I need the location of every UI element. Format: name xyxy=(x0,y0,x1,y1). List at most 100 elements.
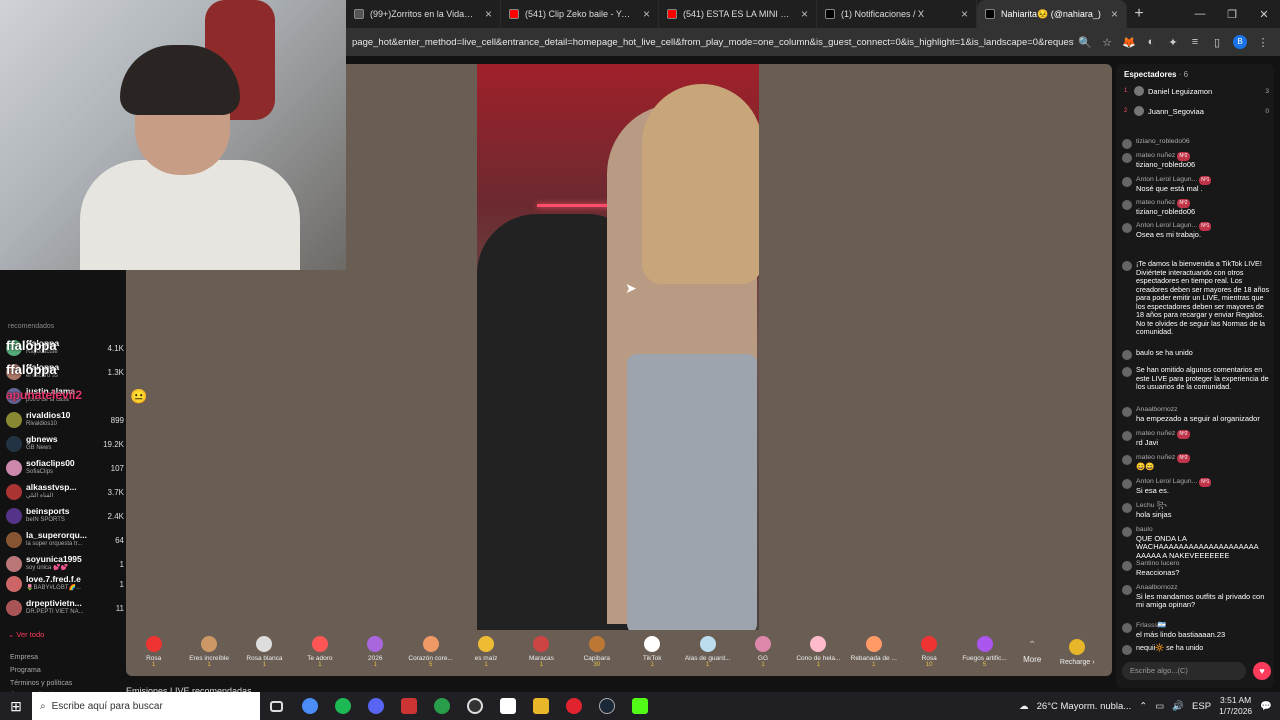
close-window-button[interactable]: ✕ xyxy=(1248,8,1280,21)
gift-item[interactable]: Rosa 1 xyxy=(126,636,181,668)
chat-username-text: Santino lucero xyxy=(1136,560,1180,567)
extensions-puzzle-icon[interactable]: ✦ xyxy=(1162,36,1184,49)
spectator-row[interactable]: 1 Daniel Leguizamon 3 xyxy=(1124,84,1269,98)
windows-start-icon[interactable]: ⊞ xyxy=(0,698,32,715)
task-view-icon[interactable] xyxy=(260,692,293,720)
volume-icon[interactable]: 🔊 xyxy=(1172,701,1184,712)
gift-item[interactable]: Rosa 10 xyxy=(901,636,956,668)
gift-item[interactable]: TikTok 1 xyxy=(625,636,680,668)
tab-title: (541) Clip Zeko baile - YouTube xyxy=(525,9,633,19)
sidebar-footer-link[interactable]: Programa xyxy=(10,667,41,674)
sidebar-footer-link[interactable]: Empresa xyxy=(10,654,38,661)
sidebar-channel-item[interactable]: alkasstvsp... القناة التلي 3.7K xyxy=(6,482,124,502)
profile-avatar[interactable]: B xyxy=(1233,35,1247,49)
extension-icon[interactable]: 🦊 xyxy=(1118,36,1140,49)
gift-item[interactable]: Alas de guard... 1 xyxy=(680,636,735,668)
more-gifts-button[interactable]: ⌃ More xyxy=(1012,640,1052,664)
network-icon[interactable]: ▭ xyxy=(1155,701,1164,712)
tab-close-icon[interactable]: × xyxy=(643,7,650,21)
recommended-sidebar: recomendados ffaloppa Rayocacute 4.1K ffalop… xyxy=(0,323,147,706)
browser-tab[interactable]: (99+)Zorritos en la Vida de Ag × xyxy=(346,0,501,28)
gift-item[interactable]: 2026 1 xyxy=(348,636,403,668)
channel-name: sofiaclips00 xyxy=(26,459,75,468)
spectator-avatar xyxy=(1134,86,1144,96)
chat-message-body: mateo nuñez Nº2 tiziano_robledo06 xyxy=(1136,199,1270,216)
maximize-button[interactable]: ❐ xyxy=(1216,8,1248,21)
sidebar-channel-item[interactable]: rivaldios10 Rivaldios10 899 xyxy=(6,410,124,430)
notifications-icon[interactable]: 💬 xyxy=(1260,701,1272,712)
sidebar-channel-item[interactable]: sofiaclips00 SofiaClips 107 xyxy=(6,458,124,478)
spectator-row[interactable]: 2 Juann_Segoviaa 0 xyxy=(1124,104,1269,118)
taskbar-search[interactable]: ⌕ Escribe aquí para buscar xyxy=(32,692,260,720)
spectators-count: · 6 xyxy=(1178,70,1189,79)
sidebar-channel-item[interactable]: drpeptivietn... DR.PEPTI VIET NA... 11 xyxy=(6,598,124,618)
discord-icon[interactable] xyxy=(359,692,392,720)
sidebar-channel-item[interactable]: soyunica1995 soy única 💕💕 1 xyxy=(6,554,124,574)
like-heart-icon[interactable]: ♥ xyxy=(1253,662,1271,680)
tab-close-icon[interactable]: × xyxy=(801,7,808,21)
tab-close-icon[interactable]: × xyxy=(485,7,492,21)
voice-meeter-icon[interactable] xyxy=(392,692,425,720)
app-icon[interactable] xyxy=(491,692,524,720)
browser-tab[interactable]: (541) ESTA ES LA MINI POSTA × xyxy=(659,0,817,28)
browser-tab[interactable]: (541) Clip Zeko baile - YouTube × xyxy=(501,0,659,28)
see-all-link[interactable]: ⌄ Ver todo xyxy=(8,630,44,639)
spotify-icon[interactable] xyxy=(326,692,359,720)
minimize-button[interactable]: — xyxy=(1184,8,1216,20)
gift-item[interactable]: Fuegos artific... 5 xyxy=(957,636,1012,668)
gift-item[interactable]: es maíz 1 xyxy=(458,636,513,668)
sidebar-channel-item[interactable]: beinsports beIN SPORTS 2.4K xyxy=(6,506,124,526)
obs-icon[interactable] xyxy=(458,692,491,720)
gift-item[interactable]: Te adoro 1 xyxy=(292,636,347,668)
tab-close-icon[interactable]: × xyxy=(961,7,968,21)
media-control-icon[interactable]: ≡ xyxy=(1184,36,1206,48)
chat-avatar xyxy=(1122,479,1132,489)
chat-message-body: Anton Lerol Lagun... Nº1 Osea es mi trabaj… xyxy=(1136,222,1270,239)
chat-username[interactable]: tiziano_robledo06 xyxy=(1136,138,1270,147)
bookmark-star-icon[interactable]: ☆ xyxy=(1096,36,1118,49)
tab-title: (1) Notificaciones / X xyxy=(841,9,925,19)
channel-subtitle: beIN SPORTS xyxy=(26,517,65,523)
zoom-icon[interactable]: 🔍 xyxy=(1074,36,1096,49)
gift-item[interactable]: Rebanada de ... 1 xyxy=(846,636,901,668)
weather-text[interactable]: 26°C Mayorm. nubla... xyxy=(1037,701,1132,712)
extension-icon-2[interactable]: ◐ xyxy=(1140,36,1162,48)
language-indicator[interactable]: ESP xyxy=(1192,701,1211,712)
gift-item[interactable]: GG 1 xyxy=(735,636,790,668)
chat-message-body: nequii🔆 se ha unido xyxy=(1136,643,1270,655)
recharge-button[interactable]: Recharge › xyxy=(1052,638,1102,666)
rank-badge: Nº2 xyxy=(1177,454,1190,463)
steam-icon[interactable] xyxy=(590,692,623,720)
copilot-icon[interactable] xyxy=(293,692,326,720)
chrome-icon[interactable] xyxy=(425,692,458,720)
browser-menu-icon[interactable]: ⋮ xyxy=(1252,36,1274,49)
new-tab-button[interactable]: + xyxy=(1127,5,1151,23)
live-video[interactable] xyxy=(477,64,759,630)
gift-item[interactable]: Rosa blanca 1 xyxy=(237,636,292,668)
clock[interactable]: 3:51 AM 1/7/2026 xyxy=(1219,695,1252,717)
tray-chevron-icon[interactable]: ⌃ xyxy=(1139,701,1147,712)
sidebar-channel-item[interactable]: la_superorqu... la super orquesta tr... 64 xyxy=(6,530,124,550)
file-explorer-icon[interactable] xyxy=(524,692,557,720)
side-panel-icon[interactable]: ▯ xyxy=(1206,36,1228,49)
chat-input[interactable]: Escribe algo...(C) xyxy=(1122,662,1246,680)
gift-item[interactable]: Maracas 1 xyxy=(514,636,569,668)
browser-tab[interactable]: Nahiarita😣 (@nahiara_) × xyxy=(977,0,1127,28)
sidebar-footer-link[interactable]: Términos y políticas xyxy=(10,680,72,687)
chat-username[interactable]: mateo nuñez Nº2 xyxy=(1136,454,1270,463)
gift-item[interactable]: Cono de hela... 1 xyxy=(791,636,846,668)
gift-item[interactable]: Eres increíble 1 xyxy=(181,636,236,668)
tab-close-icon[interactable]: × xyxy=(1111,7,1118,21)
gift-price: 1 xyxy=(650,662,654,668)
sidebar-channel-item[interactable]: gbnews GB News 19.2K xyxy=(6,434,124,454)
sidebar-channel-item[interactable]: love.7.fred.f.e 🌷BABY#LGBT🌈... 1 xyxy=(6,574,124,594)
chat-avatar xyxy=(1122,623,1132,633)
opera-icon[interactable] xyxy=(557,692,590,720)
kick-icon[interactable] xyxy=(623,692,656,720)
gift-item[interactable]: Corazón core... 5 xyxy=(403,636,458,668)
browser-tab[interactable]: (1) Notificaciones / X × xyxy=(817,0,977,28)
chat-message-body: Anton Lerol Lagun... Nº1 Nosé que está mal… xyxy=(1136,176,1270,193)
gift-item[interactable]: Capibara 30 xyxy=(569,636,624,668)
channel-avatar xyxy=(6,600,22,616)
url-field[interactable]: page_hot&enter_method=live_cell&entrance… xyxy=(352,37,1074,48)
